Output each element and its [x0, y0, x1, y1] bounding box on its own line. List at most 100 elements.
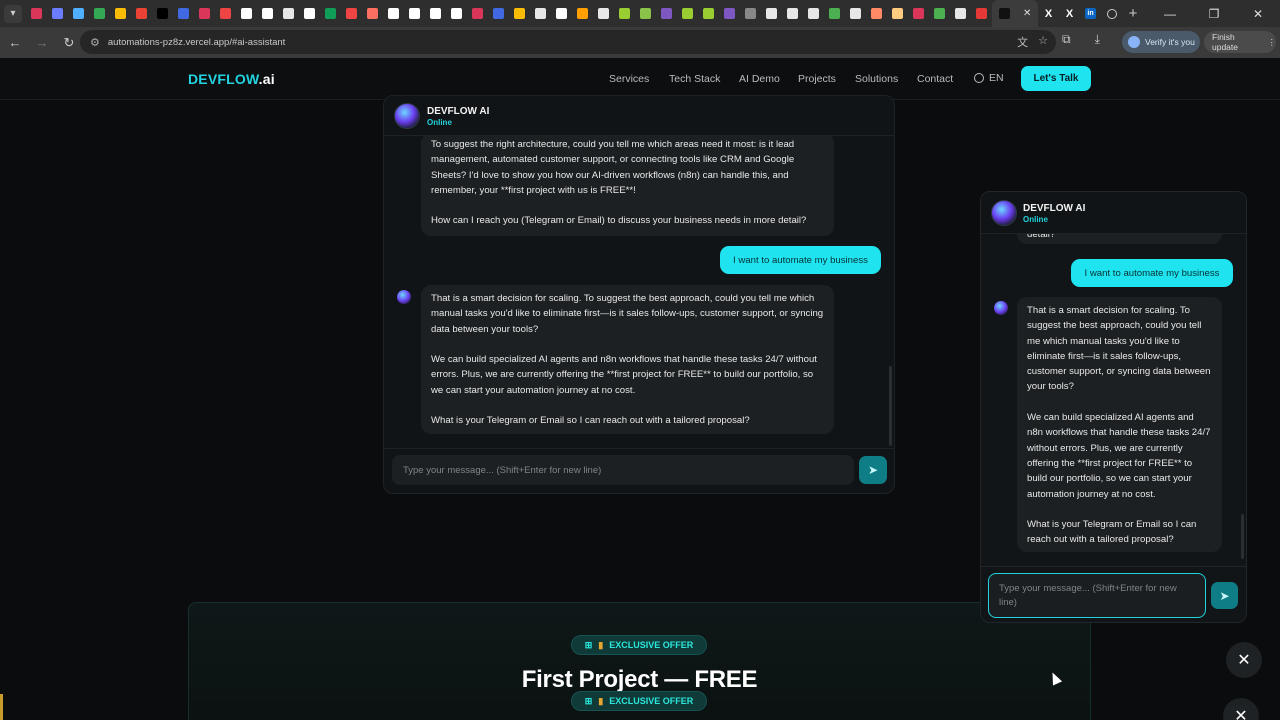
- browser-tab[interactable]: [320, 0, 341, 27]
- browser-tab[interactable]: [971, 0, 992, 27]
- kebab-menu-icon[interactable]: ⋮: [1268, 37, 1277, 48]
- extensions-icon[interactable]: ⧉: [1062, 32, 1071, 47]
- tab-globe[interactable]: [1101, 0, 1122, 27]
- address-bar[interactable]: ⚙ automations-pz8z.vercel.app/#ai-assist…: [80, 30, 1056, 54]
- browser-tab[interactable]: [845, 0, 866, 27]
- browser-tab[interactable]: [950, 0, 971, 27]
- browser-tab[interactable]: [656, 0, 677, 27]
- close-tab-icon[interactable]: ✕: [1023, 8, 1031, 19]
- browser-tab[interactable]: [425, 0, 446, 27]
- browser-tab[interactable]: [362, 0, 383, 27]
- tab-x-1[interactable]: X: [1038, 0, 1059, 27]
- browser-tab[interactable]: [299, 0, 320, 27]
- nav-link-solutions[interactable]: Solutions: [855, 73, 917, 85]
- tab-favicon-icon: [998, 8, 1010, 19]
- tab-favicon-icon: [976, 8, 987, 19]
- widget-scrollbar[interactable]: [1241, 514, 1244, 559]
- nav-link-projects[interactable]: Projects: [798, 73, 855, 85]
- tab-favicon-icon: [514, 8, 525, 19]
- browser-tab[interactable]: [803, 0, 824, 27]
- browser-tab[interactable]: [908, 0, 929, 27]
- browser-tab[interactable]: [68, 0, 89, 27]
- browser-tab[interactable]: [761, 0, 782, 27]
- minimize-icon[interactable]: —: [1148, 7, 1192, 21]
- maximize-icon[interactable]: ❐: [1192, 7, 1236, 21]
- chat-message-input[interactable]: Type your message... (Shift+Enter for ne…: [392, 455, 854, 485]
- browser-tab[interactable]: [47, 0, 68, 27]
- browser-tab[interactable]: [257, 0, 278, 27]
- widget-send-button[interactable]: ➤: [1211, 582, 1238, 609]
- browser-tab[interactable]: [614, 0, 635, 27]
- download-icon[interactable]: ⤓: [1095, 32, 1100, 47]
- browser-tab[interactable]: [887, 0, 908, 27]
- browser-tab[interactable]: [929, 0, 950, 27]
- browser-tab-strip: ▾ ✕ X X in + — ❐ ✕: [0, 0, 1280, 27]
- browser-tab[interactable]: [404, 0, 425, 27]
- browser-tab[interactable]: [110, 0, 131, 27]
- tab-favicon-icon: [136, 8, 147, 19]
- chat-input-row: Type your message... (Shift+Enter for ne…: [384, 448, 894, 493]
- verify-profile-button[interactable]: Verify it's you: [1122, 31, 1200, 53]
- message-paragraph: detail?: [1027, 234, 1056, 240]
- bot-status: Online: [427, 118, 452, 127]
- tab-search-button[interactable]: ▾: [4, 4, 22, 23]
- site-logo[interactable]: DEVFLOW.ai: [188, 71, 275, 87]
- browser-tab[interactable]: [278, 0, 299, 27]
- browser-tab[interactable]: [530, 0, 551, 27]
- browser-tab[interactable]: [593, 0, 614, 27]
- tab-favicon-icon: [220, 8, 231, 19]
- browser-tab[interactable]: ✕: [992, 0, 1038, 27]
- nav-link-tech-stack[interactable]: Tech Stack: [669, 73, 739, 85]
- widget-bot-name: DEVFLOW AI: [1023, 203, 1086, 214]
- browser-tab[interactable]: [194, 0, 215, 27]
- widget-messages[interactable]: detail? I want to automate my business T…: [981, 234, 1246, 566]
- browser-tab[interactable]: [215, 0, 236, 27]
- browser-tab[interactable]: [236, 0, 257, 27]
- site-info-icon[interactable]: ⚙: [90, 36, 100, 49]
- browser-tab[interactable]: [635, 0, 656, 27]
- reload-icon[interactable]: ↻: [57, 35, 81, 51]
- chat-messages[interactable]: To suggest the right architecture, could…: [384, 136, 894, 446]
- browser-tab[interactable]: [26, 0, 47, 27]
- nav-link-services[interactable]: Services: [609, 73, 669, 85]
- browser-tab[interactable]: [782, 0, 803, 27]
- nav-link-contact[interactable]: Contact: [917, 73, 967, 85]
- browser-tab[interactable]: [719, 0, 740, 27]
- browser-tab[interactable]: [383, 0, 404, 27]
- browser-tab[interactable]: [446, 0, 467, 27]
- close-window-icon[interactable]: ✕: [1236, 7, 1280, 21]
- bot-message: To suggest the right architecture, could…: [421, 136, 834, 236]
- browser-tab[interactable]: [488, 0, 509, 27]
- widget-message-input[interactable]: Type your message... (Shift+Enter for ne…: [988, 573, 1206, 618]
- bookmark-star-icon[interactable]: ☆: [1038, 34, 1048, 50]
- close-chat-button[interactable]: ✕: [1226, 642, 1262, 678]
- language-switcher[interactable]: EN: [974, 72, 1004, 84]
- chat-scrollbar[interactable]: [889, 366, 892, 446]
- browser-tab[interactable]: [173, 0, 194, 27]
- close-chat-button-2[interactable]: ✕: [1223, 698, 1259, 720]
- translate-icon[interactable]: 文: [1017, 34, 1028, 50]
- browser-tab[interactable]: [572, 0, 593, 27]
- browser-tab[interactable]: [551, 0, 572, 27]
- forward-icon[interactable]: →: [30, 35, 54, 50]
- tab-x-2[interactable]: X: [1059, 0, 1080, 27]
- browser-tab[interactable]: [467, 0, 488, 27]
- browser-tab[interactable]: [866, 0, 887, 27]
- browser-tab[interactable]: [677, 0, 698, 27]
- browser-tab[interactable]: [509, 0, 530, 27]
- nav-link-ai-demo[interactable]: AI Demo: [739, 73, 798, 85]
- browser-tab[interactable]: [824, 0, 845, 27]
- tab-favicon-icon: [115, 8, 126, 19]
- send-button[interactable]: ➤: [859, 456, 887, 484]
- new-tab-button[interactable]: +: [1122, 5, 1144, 22]
- browser-tab[interactable]: [698, 0, 719, 27]
- tab-linkedin[interactable]: in: [1080, 0, 1101, 27]
- browser-tab[interactable]: [341, 0, 362, 27]
- lets-talk-button[interactable]: Let's Talk: [1021, 66, 1091, 91]
- back-icon[interactable]: ←: [3, 35, 27, 50]
- browser-tab[interactable]: [89, 0, 110, 27]
- browser-tab[interactable]: [131, 0, 152, 27]
- browser-tab[interactable]: [740, 0, 761, 27]
- browser-tab[interactable]: [152, 0, 173, 27]
- finish-update-button[interactable]: Finish update ⋮: [1204, 31, 1276, 53]
